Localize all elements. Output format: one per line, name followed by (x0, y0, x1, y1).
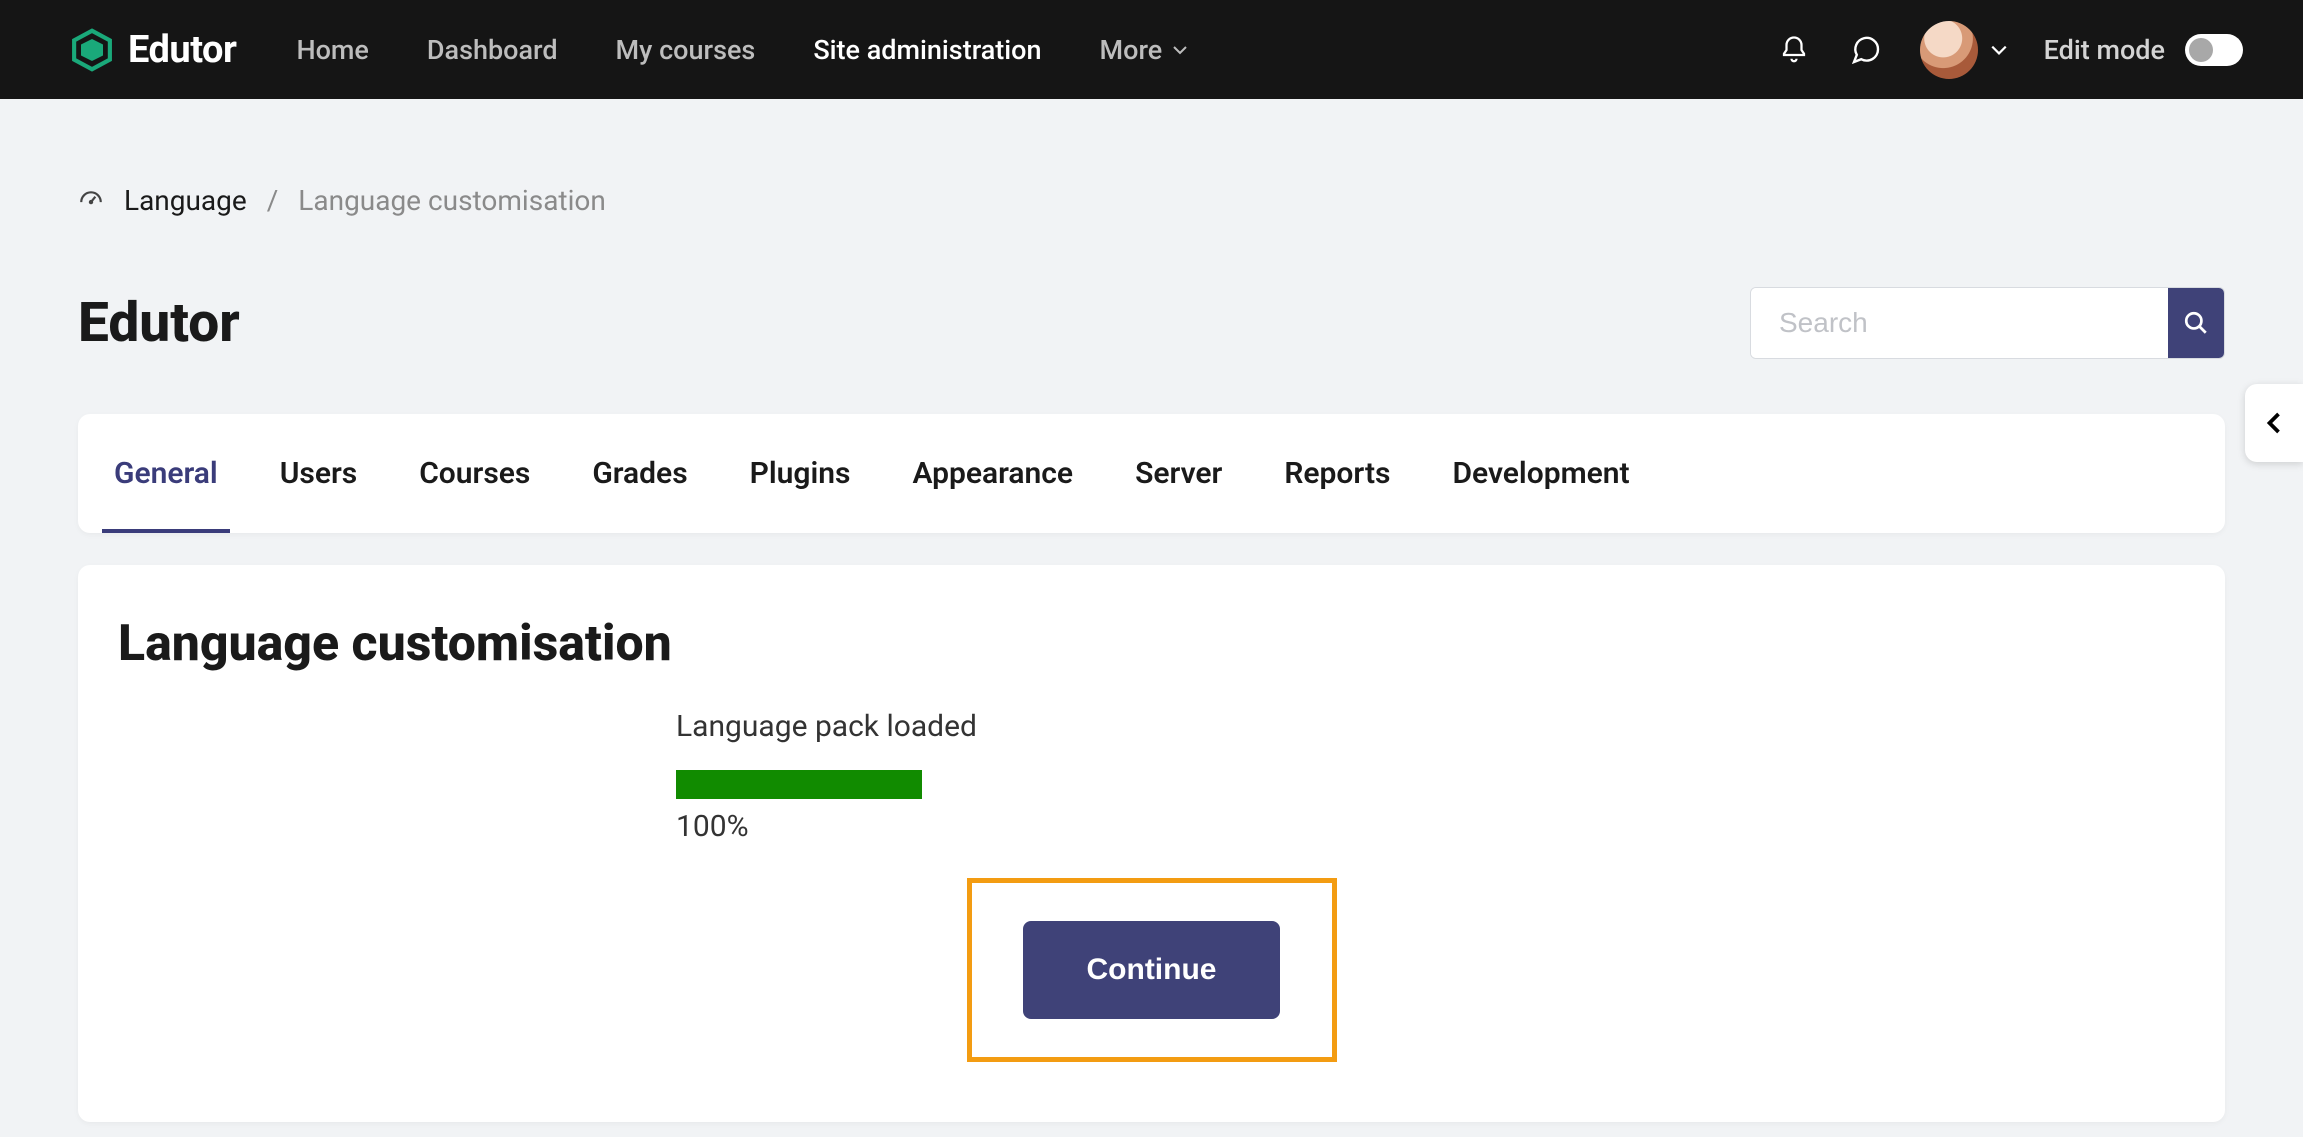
edit-mode-label: Edit mode (2044, 34, 2165, 66)
progress-status: Language pack loaded (676, 709, 1196, 744)
tab-server[interactable]: Server (1129, 414, 1228, 533)
search-icon (2183, 310, 2209, 336)
tab-reports[interactable]: Reports (1278, 414, 1396, 533)
tab-development[interactable]: Development (1446, 414, 1635, 533)
search-button[interactable] (2168, 288, 2224, 358)
brand-logo-icon (70, 28, 114, 72)
title-bar: Edutor (78, 287, 2225, 359)
chat-icon (1850, 34, 1882, 66)
top-nav-right: Edit mode (1776, 21, 2243, 79)
chevron-left-icon (2262, 411, 2286, 435)
tab-appearance[interactable]: Appearance (906, 414, 1079, 533)
tab-users[interactable]: Users (274, 414, 364, 533)
chevron-down-icon (1172, 42, 1188, 58)
nav-links: Home Dashboard My courses Site administr… (296, 34, 1188, 66)
edit-mode-toggle[interactable] (2185, 34, 2243, 66)
breadcrumb-root[interactable]: Language (124, 184, 247, 217)
bell-icon (1779, 35, 1809, 65)
progress-block: Language pack loaded 100% (676, 709, 1196, 844)
user-menu[interactable] (1920, 21, 2008, 79)
chevron-down-icon (1990, 41, 2008, 59)
messages-button[interactable] (1848, 32, 1884, 68)
tab-plugins[interactable]: Plugins (744, 414, 857, 533)
brand-name: Edutor (128, 28, 236, 72)
edit-mode-group: Edit mode (2044, 34, 2243, 66)
notifications-button[interactable] (1776, 32, 1812, 68)
brand[interactable]: Edutor (70, 28, 236, 72)
drawer-toggle[interactable] (2245, 384, 2303, 462)
breadcrumb-separator: / (267, 184, 279, 217)
breadcrumb-current: Language customisation (298, 184, 606, 217)
nav-dashboard[interactable]: Dashboard (427, 34, 558, 66)
breadcrumb: Language / Language customisation (78, 184, 2225, 217)
nav-my-courses[interactable]: My courses (616, 34, 756, 66)
progress-bar (676, 770, 922, 799)
nav-more-label: More (1100, 34, 1163, 66)
toggle-knob (2189, 38, 2213, 62)
avatar (1920, 21, 1978, 79)
tab-grades[interactable]: Grades (586, 414, 693, 533)
continue-button[interactable]: Continue (1023, 921, 1281, 1019)
nav-home[interactable]: Home (296, 34, 368, 66)
site-title: Edutor (78, 291, 240, 355)
dashboard-icon (78, 188, 104, 214)
nav-more[interactable]: More (1100, 34, 1189, 66)
content-card: Language customisation Language pack loa… (78, 565, 2225, 1122)
search-input[interactable] (1751, 288, 2168, 358)
nav-site-administration[interactable]: Site administration (813, 34, 1041, 66)
tab-general[interactable]: General (108, 414, 224, 533)
page: Language / Language customisation Edutor… (0, 99, 2303, 1122)
top-nav: Edutor Home Dashboard My courses Site ad… (0, 0, 2303, 99)
progress-percent: 100% (676, 809, 1196, 844)
search-group (1750, 287, 2225, 359)
continue-highlight: Continue (967, 878, 1337, 1062)
admin-tabs: General Users Courses Grades Plugins App… (78, 414, 2225, 533)
content-title: Language customisation (118, 615, 2185, 673)
tab-courses[interactable]: Courses (413, 414, 536, 533)
